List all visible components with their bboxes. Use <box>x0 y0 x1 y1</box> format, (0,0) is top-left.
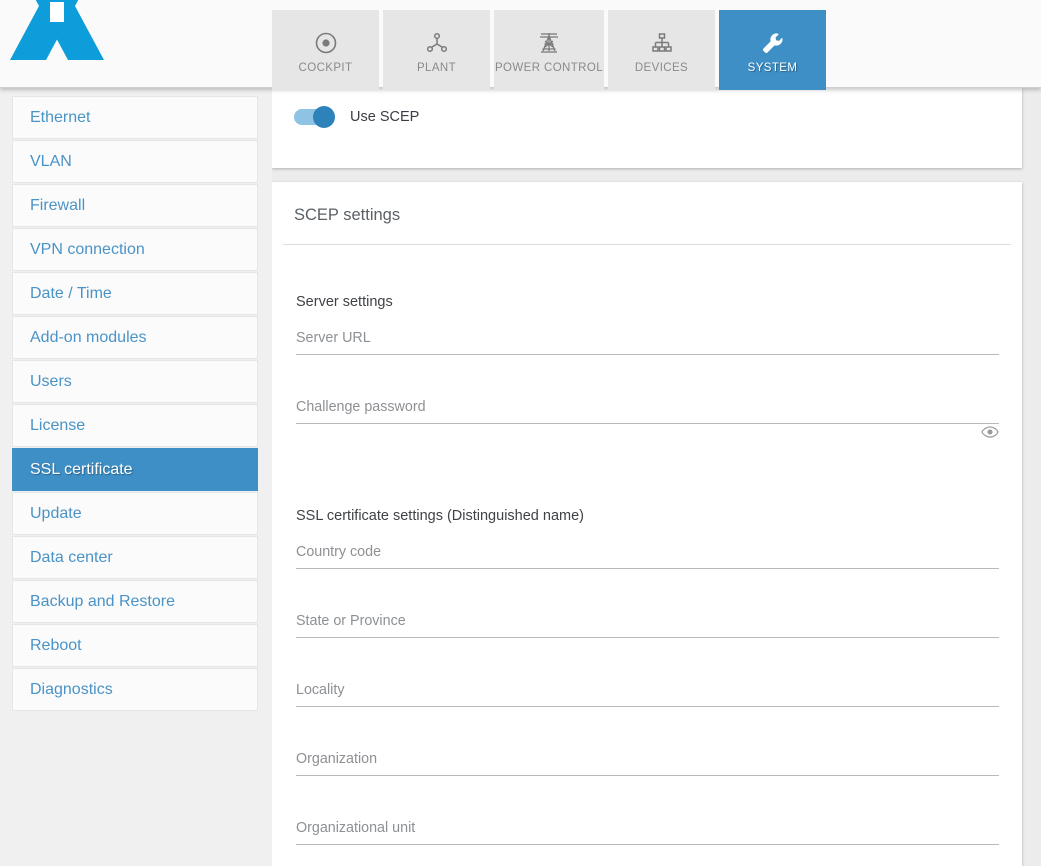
system-sidebar: Ethernet VLAN Firewall VPN connection Da… <box>0 88 272 866</box>
tab-label: DEVICES <box>634 61 689 74</box>
scep-settings-card: SCEP settings Server settings Server URL… <box>272 182 1022 866</box>
visibility-eye-icon[interactable] <box>981 423 999 441</box>
use-scep-toggle[interactable] <box>294 106 335 128</box>
tab-cockpit[interactable]: COCKPIT <box>272 10 379 90</box>
sidebar-item-label: SSL certificate <box>30 460 133 478</box>
use-scep-row: Use SCEP <box>272 88 1022 128</box>
field-underline <box>296 354 999 355</box>
sidebar-item-label: Add-on modules <box>30 328 147 346</box>
tab-label: PLANT <box>416 61 457 74</box>
sidebar-item-label: License <box>30 416 86 434</box>
sidebar-item-reboot[interactable]: Reboot <box>12 624 258 667</box>
toggle-knob <box>313 106 335 128</box>
sidebar-item-update[interactable]: Update <box>12 492 258 535</box>
challenge-password-label: Challenge password <box>296 399 426 415</box>
country-code-label: Country code <box>296 544 382 560</box>
sidebar-item-backup-and-restore[interactable]: Backup and Restore <box>12 580 258 623</box>
locality-label: Locality <box>296 682 345 698</box>
wrench-icon <box>761 27 785 59</box>
state-or-province-field[interactable]: State or Province <box>296 593 999 662</box>
sidebar-item-label: Firewall <box>30 196 86 214</box>
sidebar-item-vpn-connection[interactable]: VPN connection <box>12 228 258 271</box>
server-settings-heading: Server settings <box>296 294 393 310</box>
tab-power-control[interactable]: POWER CONTROL <box>494 10 604 90</box>
organization-label: Organization <box>296 751 378 767</box>
sidebar-item-license[interactable]: License <box>12 404 258 447</box>
sidebar-item-firewall[interactable]: Firewall <box>12 184 258 227</box>
power-tower-icon <box>536 27 562 59</box>
sidebar-item-label: VLAN <box>30 152 72 170</box>
field-underline <box>296 568 999 569</box>
devices-hierarchy-icon <box>650 27 674 59</box>
field-underline <box>296 775 999 776</box>
sidebar-item-label: Data center <box>30 548 113 566</box>
sidebar-item-label: Ethernet <box>30 108 91 126</box>
sidebar-item-label: VPN connection <box>30 240 145 258</box>
ssl-certificate-settings-heading: SSL certificate settings (Distinguished … <box>296 508 584 524</box>
sidebar-item-ssl-certificate[interactable]: SSL certificate <box>12 448 258 491</box>
challenge-password-field[interactable]: Challenge password <box>296 379 999 448</box>
sidebar-item-ethernet[interactable]: Ethernet <box>12 96 258 139</box>
tab-devices[interactable]: DEVICES <box>608 10 715 90</box>
sidebar-item-label: Date / Time <box>30 284 112 302</box>
organization-field[interactable]: Organization <box>296 731 999 800</box>
sidebar-item-label: Backup and Restore <box>30 592 175 610</box>
sidebar-item-label: Reboot <box>30 636 82 654</box>
sidebar-item-date-time[interactable]: Date / Time <box>12 272 258 315</box>
sidebar-item-label: Diagnostics <box>30 680 113 698</box>
server-url-field[interactable]: Server URL <box>296 310 999 379</box>
main-tab-bar: COCKPIT PLANT POWER CONTROL DEVICES SYST… <box>272 10 826 90</box>
app-header: COCKPIT PLANT POWER CONTROL DEVICES SYST… <box>0 0 1041 90</box>
use-scep-card: Use SCEP <box>272 88 1022 168</box>
field-underline <box>296 844 999 845</box>
sidebar-item-label: Update <box>30 504 82 522</box>
sidebar-item-data-center[interactable]: Data center <box>12 536 258 579</box>
field-underline <box>296 423 999 424</box>
sidebar-item-diagnostics[interactable]: Diagnostics <box>12 668 258 711</box>
sidebar-item-vlan[interactable]: VLAN <box>12 140 258 183</box>
tab-label: POWER CONTROL <box>494 61 604 74</box>
use-scep-label: Use SCEP <box>350 109 420 125</box>
tab-label: SYSTEM <box>747 61 798 74</box>
main-content: Use SCEP SCEP settings Server settings S… <box>272 88 1041 866</box>
tab-label: COCKPIT <box>298 61 353 74</box>
sidebar-item-users[interactable]: Users <box>12 360 258 403</box>
sidebar-item-label: Users <box>30 372 72 390</box>
organizational-unit-label: Organizational unit <box>296 820 416 836</box>
organizational-unit-field[interactable]: Organizational unit <box>296 800 999 866</box>
field-underline <box>296 706 999 707</box>
tab-system[interactable]: SYSTEM <box>719 10 826 90</box>
x-logo <box>0 0 110 86</box>
country-code-field[interactable]: Country code <box>296 524 999 593</box>
sidebar-item-add-on-modules[interactable]: Add-on modules <box>12 316 258 359</box>
server-url-label: Server URL <box>296 330 371 346</box>
x-logo-icon <box>10 0 104 60</box>
locality-field[interactable]: Locality <box>296 662 999 731</box>
target-icon <box>314 27 338 59</box>
plant-network-icon <box>425 27 449 59</box>
tab-plant[interactable]: PLANT <box>383 10 490 90</box>
state-or-province-label: State or Province <box>296 613 406 629</box>
scep-settings-title: SCEP settings <box>294 206 401 224</box>
field-underline <box>296 637 999 638</box>
